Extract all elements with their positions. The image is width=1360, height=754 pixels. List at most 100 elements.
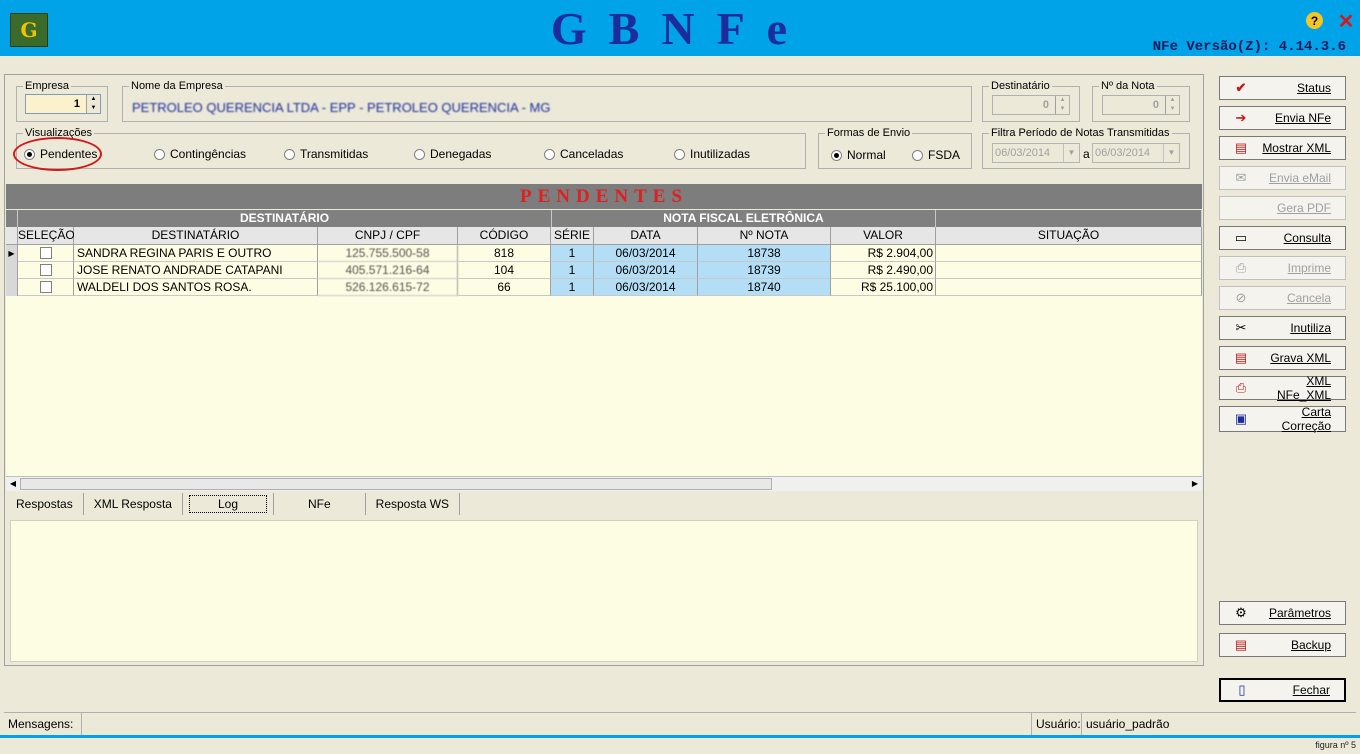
radio-label: Canceladas: [560, 147, 624, 161]
printer-icon: ⎙: [1235, 260, 1247, 275]
consulta-button[interactable]: ▭ Consulta: [1219, 226, 1346, 250]
usuario-label: Usuário:: [1032, 713, 1082, 735]
checkbox[interactable]: [39, 247, 52, 259]
empresa-spinner[interactable]: 1 ▲ ▼: [25, 94, 101, 114]
col-situacao[interactable]: SITUAÇÃO: [936, 227, 1202, 245]
button-label: XML NFe_XML: [1276, 374, 1331, 402]
checkbox[interactable]: [39, 264, 52, 276]
radio-inutilizadas[interactable]: Inutilizadas: [674, 147, 750, 161]
col-destinatario[interactable]: DESTINATÁRIO: [74, 227, 318, 245]
cell-situacao: [936, 262, 1202, 279]
radio-label: Inutilizadas: [690, 147, 751, 161]
parametros-button[interactable]: ⚙ Parâmetros: [1219, 601, 1346, 625]
cell-cnpj: 125.755.500-58: [318, 245, 458, 262]
gera-pdf-button[interactable]: Gera PDF: [1219, 196, 1346, 220]
xml-icon: ▤: [1234, 140, 1248, 155]
spinner-arrows-icon[interactable]: ▲ ▼: [1055, 96, 1069, 114]
scroll-left-icon[interactable]: ◀: [6, 477, 20, 491]
xml-export-icon: ⎙: [1235, 380, 1247, 395]
backup-button[interactable]: ▤ Backup: [1219, 633, 1346, 657]
horizontal-scrollbar[interactable]: ◀ ▶: [6, 476, 1202, 491]
destinatario-spinner[interactable]: 0 ▲ ▼: [992, 95, 1070, 115]
cell-valor: R$ 2.490,00: [831, 262, 936, 279]
formas-envio-label: Formas de Envio: [827, 127, 911, 139]
col-valor[interactable]: VALOR: [831, 227, 936, 245]
spinner-arrows-icon[interactable]: ▲ ▼: [1165, 96, 1179, 114]
button-label: Mostrar XML: [1262, 141, 1331, 155]
destinatario-value: 0: [1042, 99, 1049, 111]
table-row[interactable]: JOSE RENATO ANDRADE CATAPANI 405.571.216…: [6, 262, 1202, 279]
radio-canceladas[interactable]: Canceladas: [544, 147, 623, 161]
cell-serie: 1: [551, 262, 594, 279]
col-data[interactable]: DATA: [594, 227, 698, 245]
radio-fsda[interactable]: FSDA: [912, 148, 960, 162]
num-nota-value: 0: [1152, 99, 1159, 111]
inutiliza-button[interactable]: ✂ Inutiliza: [1219, 316, 1346, 340]
backup-icon: ▤: [1234, 637, 1248, 652]
carta-correcao-button[interactable]: ▣ Carta Correção: [1219, 405, 1346, 433]
selecao-checkbox-cell[interactable]: [18, 262, 74, 279]
radio-denegadas[interactable]: Denegadas: [414, 147, 491, 161]
query-icon: ▭: [1234, 230, 1248, 245]
col-cnpj[interactable]: CNPJ / CPF: [318, 227, 458, 245]
checkbox[interactable]: [39, 281, 52, 293]
xml-nfe-xml-button[interactable]: ⎙ XML NFe_XML: [1219, 374, 1346, 402]
grava-xml-button[interactable]: ▤ Grava XML: [1219, 346, 1346, 370]
scroll-thumb[interactable]: [20, 478, 772, 490]
dropdown-arrow-icon[interactable]: ▼: [1163, 144, 1179, 162]
col-nota[interactable]: Nº NOTA: [698, 227, 831, 245]
nome-empresa-value: PETROLEO QUERENCIA LTDA - EPP - PETROLEO…: [132, 100, 551, 115]
tab-nfe[interactable]: NFe: [273, 493, 366, 515]
scroll-right-icon[interactable]: ▶: [1188, 477, 1202, 491]
title-bar: G GBNFe ? ✕ NFe Versão(Z): 4.14.3.6: [0, 0, 1360, 56]
version-label: NFe Versão(Z): 4.14.3.6: [1152, 39, 1346, 55]
radio-transmitidas[interactable]: Transmitidas: [284, 147, 368, 161]
date-to-field[interactable]: 06/03/2014 ▼: [1092, 143, 1180, 163]
fechar-button[interactable]: ▯ Fechar: [1219, 678, 1346, 702]
tab-log[interactable]: Log: [188, 495, 267, 513]
group-header-destinatario: DESTINATÁRIO: [18, 210, 552, 227]
radio-pendentes[interactable]: Pendentes: [24, 147, 97, 161]
row-header-corner: [6, 227, 18, 245]
date-from-field[interactable]: 06/03/2014 ▼: [992, 143, 1080, 163]
selecao-checkbox-cell[interactable]: [18, 245, 74, 262]
cell-valor: R$ 25.100,00: [831, 279, 936, 296]
col-selecao[interactable]: SELEÇÃO: [18, 227, 75, 245]
tab-xml-resposta[interactable]: XML Resposta: [84, 493, 183, 515]
cell-situacao: [936, 279, 1202, 296]
cell-data: 06/03/2014: [594, 245, 698, 262]
close-icon[interactable]: ✕: [1336, 9, 1356, 33]
table-row[interactable]: ▶ SANDRA REGINA PARIS E OUTRO 125.755.50…: [6, 245, 1202, 262]
col-serie[interactable]: SÉRIE: [551, 227, 594, 245]
cell-codigo: 66: [458, 279, 551, 296]
button-label: Imprime: [1287, 261, 1331, 275]
dropdown-arrow-icon[interactable]: ▼: [1063, 144, 1079, 162]
num-nota-spinner[interactable]: 0 ▲ ▼: [1102, 95, 1180, 115]
cancela-button[interactable]: ⊘ Cancela: [1219, 286, 1346, 310]
cancel-icon: ⊘: [1235, 290, 1247, 305]
spinner-arrows-icon[interactable]: ▲ ▼: [86, 95, 100, 113]
save-xml-icon: ▤: [1234, 350, 1248, 365]
log-content-area[interactable]: [10, 520, 1198, 662]
tab-respostas[interactable]: Respostas: [6, 493, 84, 515]
radio-label: Denegadas: [430, 147, 492, 161]
help-icon[interactable]: ?: [1306, 12, 1323, 29]
table-row[interactable]: WALDELI DOS SANTOS ROSA. 526.126.615-72 …: [6, 279, 1202, 296]
envia-email-button[interactable]: ✉ Envia eMail: [1219, 166, 1346, 190]
mostrar-xml-button[interactable]: ▤ Mostrar XML: [1219, 136, 1346, 160]
figure-caption: figura nº 5: [1315, 740, 1356, 750]
selecao-checkbox-cell[interactable]: [18, 279, 74, 296]
radio-contingencias[interactable]: Contingências: [154, 147, 246, 161]
tab-resposta-ws[interactable]: Resposta WS: [366, 493, 461, 515]
col-codigo[interactable]: CÓDIGO: [458, 227, 551, 245]
imprime-button[interactable]: ⎙ Imprime: [1219, 256, 1346, 280]
current-row-icon: ▶: [6, 245, 18, 262]
radio-normal[interactable]: Normal: [831, 148, 886, 162]
group-header-nfe: NOTA FISCAL ELETRÔNICA: [552, 210, 936, 227]
radio-dot-icon: [284, 148, 295, 160]
envia-nfe-button[interactable]: ➔ Envia NFe: [1219, 106, 1346, 130]
status-button[interactable]: ✔ Status: [1219, 76, 1346, 100]
mensagens-value: [82, 713, 1032, 735]
radio-dot-icon: [674, 148, 685, 160]
empresa-label: Empresa: [25, 80, 70, 92]
